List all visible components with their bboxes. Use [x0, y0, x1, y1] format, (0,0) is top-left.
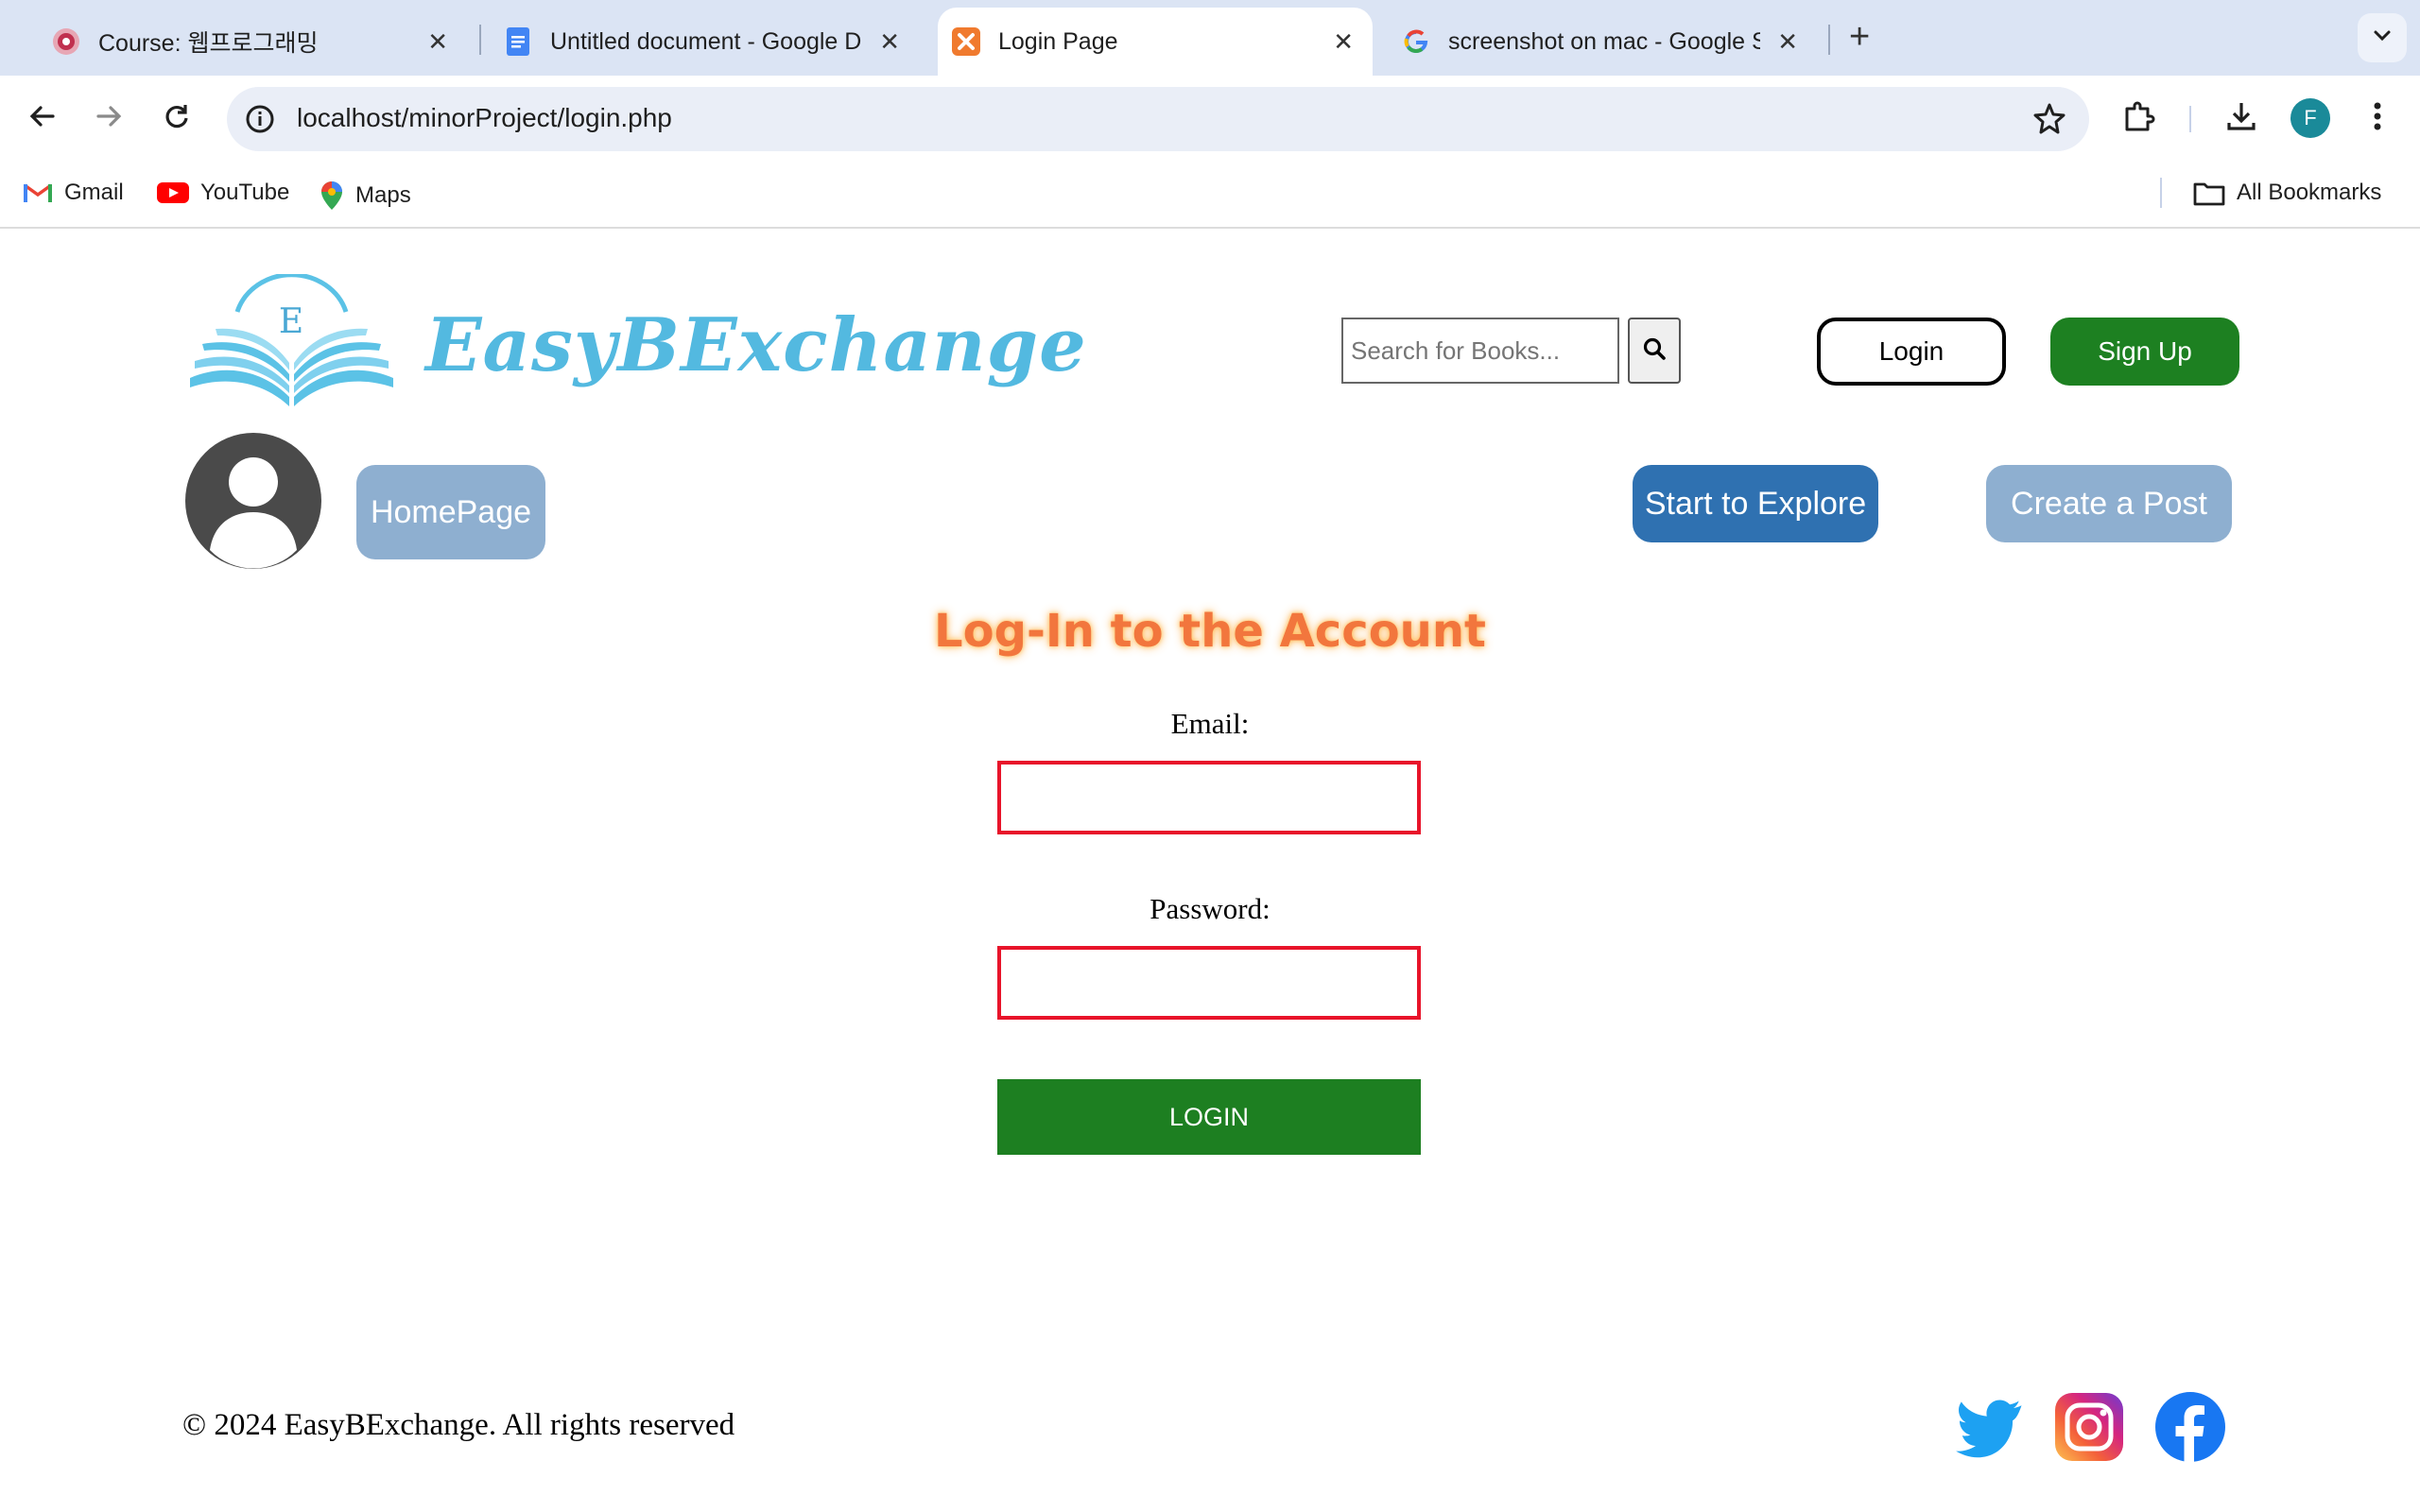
site-info-icon[interactable] [244, 103, 276, 140]
chevron-down-icon [2371, 25, 2394, 52]
url-text: localhost/minorProject/login.php [297, 103, 672, 132]
arrow-left-icon [27, 101, 58, 136]
xampp-icon [951, 26, 981, 57]
forward-button[interactable] [87, 96, 130, 140]
start-to-explore-button[interactable]: Start to Explore [1633, 465, 1878, 542]
google-icon [1401, 26, 1431, 57]
folder-icon [2193, 180, 2225, 206]
all-bookmarks-button[interactable]: All Bookmarks [2193, 180, 2381, 206]
google-docs-icon [503, 26, 533, 57]
instagram-icon[interactable] [2053, 1391, 2125, 1463]
search-input[interactable] [1341, 318, 1619, 384]
tab-divider [1828, 25, 1830, 55]
tab-title: Untitled document - Google Docs [550, 27, 862, 55]
bookmark-label: Maps [355, 182, 411, 208]
downloads-button[interactable] [2220, 96, 2263, 140]
tab-title: Course: 웹프로그래밍 [98, 30, 319, 57]
page-content: E EasyBExchange Login Sign Up HomePage S… [0, 229, 2420, 1512]
bookmark-youtube[interactable]: YouTube [157, 180, 289, 206]
logo-letter: E [279, 302, 303, 341]
footer-copyright: © 2024 EasyBExchange. All rights reserve… [182, 1408, 735, 1442]
password-field[interactable] [997, 946, 1421, 1020]
gmail-icon [23, 181, 53, 204]
close-icon[interactable]: ✕ [1777, 27, 1798, 57]
tab-divider [479, 25, 481, 55]
homepage-button[interactable]: HomePage [356, 465, 545, 559]
reload-button[interactable] [155, 96, 199, 140]
search-icon [1642, 336, 1667, 366]
browser-toolbar: localhost/minorProject/login.php F [0, 76, 2420, 161]
maps-icon [320, 180, 344, 212]
close-icon[interactable]: ✕ [427, 27, 448, 57]
bookmark-label: YouTube [200, 180, 290, 205]
create-post-button[interactable]: Create a Post [1986, 465, 2232, 542]
twitter-icon[interactable] [1955, 1391, 2027, 1463]
login-submit-button[interactable]: LOGIN [997, 1079, 1421, 1155]
reload-icon [162, 101, 192, 136]
search-button[interactable] [1628, 318, 1681, 384]
tab-title: Login Page [998, 27, 1118, 55]
tab-login-page[interactable]: Login Page ✕ [938, 8, 1373, 76]
bookmark-gmail[interactable]: Gmail [23, 180, 124, 206]
brand-name: EasyBExchange [425, 302, 1087, 388]
back-button[interactable] [21, 96, 64, 140]
download-icon [2224, 99, 2258, 138]
youtube-icon [157, 181, 189, 204]
browser-menu-button[interactable] [2356, 96, 2399, 140]
user-avatar-icon[interactable] [185, 433, 321, 569]
bookmark-star-icon[interactable] [2032, 102, 2066, 141]
login-form-title: Log-In to the Account [934, 605, 1486, 658]
bookmarks-divider [2160, 178, 2162, 208]
signup-button[interactable]: Sign Up [2050, 318, 2239, 386]
puzzle-icon [2122, 99, 2156, 138]
extensions-button[interactable] [2118, 96, 2161, 140]
email-field[interactable] [997, 761, 1421, 834]
tab-course[interactable]: Course: 웹프로그래밍 ✕ [51, 8, 467, 76]
new-tab-button[interactable]: + [1849, 17, 1870, 58]
profile-avatar[interactable]: F [2290, 98, 2330, 138]
more-vertical-icon [2373, 101, 2382, 136]
header-login-button[interactable]: Login [1817, 318, 2006, 386]
site-logo[interactable]: E [185, 272, 398, 416]
browser-tab-bar: Course: 웹프로그래밍 ✕ Untitled document - Goo… [0, 0, 2420, 76]
tab-google-search[interactable]: screenshot on mac - Google Search ✕ [1401, 8, 1817, 76]
arrow-right-icon [94, 101, 124, 136]
close-icon[interactable]: ✕ [1333, 27, 1354, 57]
close-icon[interactable]: ✕ [879, 27, 900, 57]
facebook-icon[interactable] [2154, 1391, 2226, 1463]
tab-title: screenshot on mac - Google Search [1448, 27, 1760, 55]
course-icon [51, 26, 81, 57]
bookmark-maps[interactable]: Maps [320, 180, 411, 212]
tab-google-docs[interactable]: Untitled document - Google Docs ✕ [503, 8, 919, 76]
all-bookmarks-label: All Bookmarks [2237, 180, 2382, 205]
bookmarks-bar: Gmail YouTube Maps All Bookmarks [0, 161, 2420, 229]
password-label: Password: [1150, 892, 1270, 925]
bookmark-label: Gmail [64, 180, 124, 205]
email-label: Email: [1170, 707, 1250, 740]
toolbar-divider [2189, 106, 2191, 132]
address-bar[interactable]: localhost/minorProject/login.php [227, 87, 2089, 151]
tab-search-button[interactable] [2358, 13, 2407, 62]
